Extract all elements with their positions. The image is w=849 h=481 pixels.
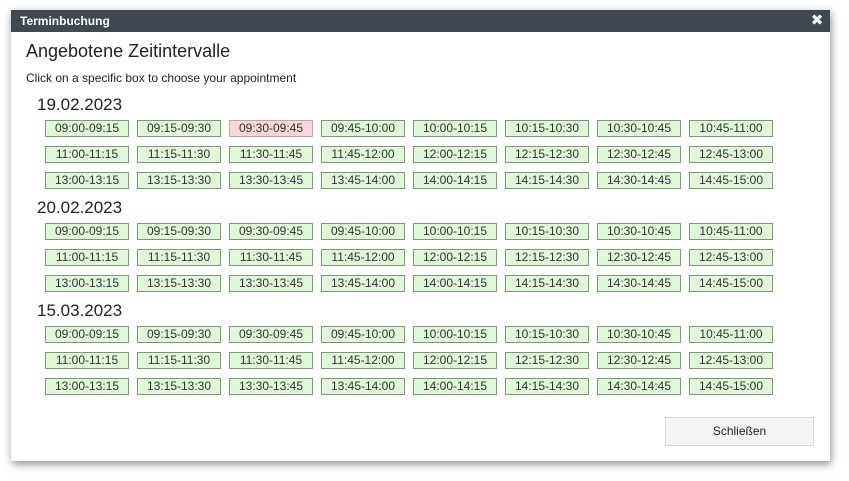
day-date-label: 19.02.2023	[37, 95, 123, 114]
time-slot[interactable]: 09:45-10:00	[321, 223, 405, 240]
time-slot[interactable]: 10:30-10:45	[597, 223, 681, 240]
time-slot[interactable]: 14:00-14:15	[413, 378, 497, 395]
time-slot[interactable]: 13:30-13:45	[229, 275, 313, 292]
instruction-text: Click on a specific box to choose your a…	[26, 71, 297, 85]
time-slot[interactable]: 12:15-12:30	[505, 146, 589, 163]
time-slot[interactable]: 13:30-13:45	[229, 172, 313, 189]
time-slot[interactable]: 09:15-09:30	[137, 223, 221, 240]
time-slot[interactable]: 12:00-12:15	[413, 146, 497, 163]
time-slot[interactable]: 13:15-13:30	[137, 275, 221, 292]
close-button[interactable]: Schließen	[665, 417, 814, 446]
day-date-label: 15.03.2023	[37, 301, 123, 320]
time-slot[interactable]: 09:15-09:30	[137, 120, 221, 137]
time-slot[interactable]: 11:15-11:30	[137, 146, 221, 163]
dialog-title: Terminbuchung	[20, 14, 110, 28]
time-slot[interactable]: 14:15-14:30	[505, 378, 589, 395]
time-slot[interactable]: 09:00-09:15	[45, 326, 129, 343]
time-slot[interactable]: 13:00-13:15	[45, 275, 129, 292]
dialog-titlebar: Terminbuchung ✖	[11, 10, 830, 32]
time-slot[interactable]: 12:15-12:30	[505, 352, 589, 369]
time-slot[interactable]: 14:45-15:00	[689, 172, 773, 189]
time-slot[interactable]: 13:30-13:45	[229, 378, 313, 395]
time-slot[interactable]: 09:45-10:00	[321, 120, 405, 137]
appointment-dialog: Terminbuchung ✖ Angebotene Zeitintervall…	[11, 10, 830, 461]
time-slot[interactable]: 10:15-10:30	[505, 326, 589, 343]
time-slot[interactable]: 12:30-12:45	[597, 352, 681, 369]
time-slot[interactable]: 11:15-11:30	[137, 249, 221, 266]
time-slot[interactable]: 14:15-14:30	[505, 172, 589, 189]
time-slot[interactable]: 14:00-14:15	[413, 172, 497, 189]
time-slot[interactable]: 12:00-12:15	[413, 249, 497, 266]
time-slot[interactable]: 10:45-11:00	[689, 223, 773, 240]
time-slot[interactable]: 10:45-11:00	[689, 326, 773, 343]
time-slot[interactable]: 11:15-11:30	[137, 352, 221, 369]
time-slot[interactable]: 10:00-10:15	[413, 326, 497, 343]
time-slot[interactable]: 09:30-09:45	[229, 326, 313, 343]
time-slot[interactable]: 11:30-11:45	[229, 249, 313, 266]
time-slot[interactable]: 10:00-10:15	[413, 120, 497, 137]
time-slot[interactable]: 10:15-10:30	[505, 223, 589, 240]
time-slot[interactable]: 11:45-12:00	[321, 249, 405, 266]
time-slot-booked[interactable]: 09:30-09:45	[229, 120, 313, 137]
time-slot[interactable]: 10:30-10:45	[597, 120, 681, 137]
time-slot[interactable]: 11:00-11:15	[45, 352, 129, 369]
time-slot[interactable]: 13:45-14:00	[321, 378, 405, 395]
time-slot[interactable]: 13:45-14:00	[321, 275, 405, 292]
time-slot[interactable]: 12:15-12:30	[505, 249, 589, 266]
time-slot[interactable]: 13:00-13:15	[45, 378, 129, 395]
time-slot[interactable]: 14:15-14:30	[505, 275, 589, 292]
time-slot[interactable]: 12:45-13:00	[689, 249, 773, 266]
close-icon[interactable]: ✖	[809, 12, 825, 30]
time-slot[interactable]: 14:30-14:45	[597, 275, 681, 292]
time-slot[interactable]: 14:00-14:15	[413, 275, 497, 292]
time-slot[interactable]: 11:30-11:45	[229, 146, 313, 163]
time-slot[interactable]: 11:45-12:00	[321, 352, 405, 369]
time-slot[interactable]: 14:45-15:00	[689, 275, 773, 292]
time-slot[interactable]: 11:00-11:15	[45, 146, 129, 163]
time-slot[interactable]: 09:30-09:45	[229, 223, 313, 240]
time-slot[interactable]: 14:30-14:45	[597, 172, 681, 189]
time-slot[interactable]: 12:45-13:00	[689, 352, 773, 369]
time-slot[interactable]: 09:00-09:15	[45, 223, 129, 240]
time-slot[interactable]: 13:45-14:00	[321, 172, 405, 189]
time-slot[interactable]: 10:00-10:15	[413, 223, 497, 240]
time-slot[interactable]: 09:45-10:00	[321, 326, 405, 343]
time-slot[interactable]: 13:15-13:30	[137, 172, 221, 189]
time-slot[interactable]: 12:30-12:45	[597, 146, 681, 163]
time-slot[interactable]: 12:30-12:45	[597, 249, 681, 266]
time-slot[interactable]: 13:00-13:15	[45, 172, 129, 189]
time-slot[interactable]: 14:30-14:45	[597, 378, 681, 395]
time-slot[interactable]: 13:15-13:30	[137, 378, 221, 395]
time-slot[interactable]: 12:00-12:15	[413, 352, 497, 369]
time-slot[interactable]: 14:45-15:00	[689, 378, 773, 395]
page-title: Angebotene Zeitintervalle	[26, 41, 231, 61]
time-slot[interactable]: 11:00-11:15	[45, 249, 129, 266]
time-slot[interactable]: 11:45-12:00	[321, 146, 405, 163]
time-slot[interactable]: 10:15-10:30	[505, 120, 589, 137]
time-slot[interactable]: 09:00-09:15	[45, 120, 129, 137]
day-date-label: 20.02.2023	[37, 198, 123, 217]
time-slot[interactable]: 10:45-11:00	[689, 120, 773, 137]
time-slot[interactable]: 10:30-10:45	[597, 326, 681, 343]
time-slot[interactable]: 09:15-09:30	[137, 326, 221, 343]
time-slot[interactable]: 11:30-11:45	[229, 352, 313, 369]
time-slot[interactable]: 12:45-13:00	[689, 146, 773, 163]
